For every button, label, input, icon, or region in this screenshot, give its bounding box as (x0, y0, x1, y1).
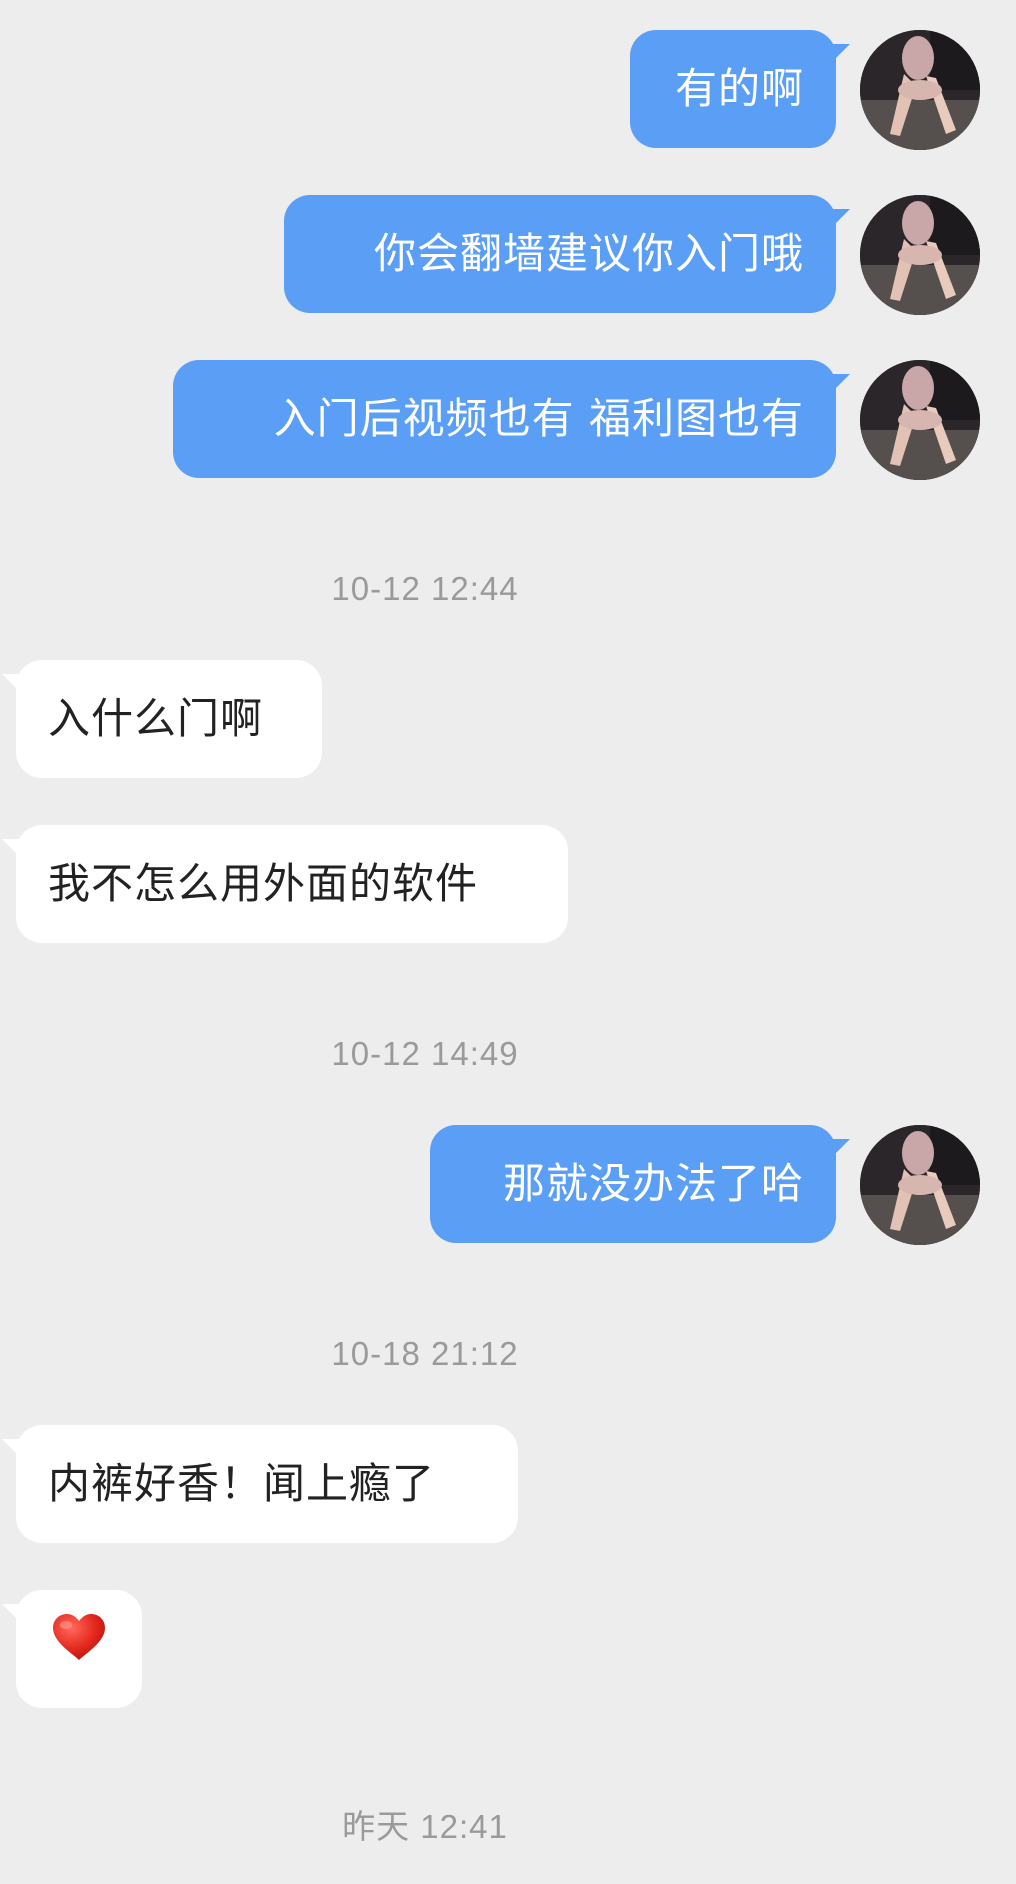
avatar[interactable] (860, 195, 980, 315)
message-bubble-outgoing[interactable]: 入门后视频也有 福利图也有 (173, 360, 850, 478)
message-bubble-incoming[interactable] (2, 1589, 142, 1708)
message-text: 你会翻墙建议你入门哦 (373, 229, 804, 278)
message-bubble-incoming[interactable]: 入什么门啊 (2, 660, 322, 778)
message-bubble-outgoing[interactable]: 你会翻墙建议你入门哦 (284, 195, 850, 313)
chat-message-list[interactable]: 有的啊 你会翻墙建议你入门哦 入门后视频也有 福利图也有 10-12 12:44… (0, 0, 1016, 1884)
message-text: 有的啊 (674, 64, 804, 113)
message-timestamp: 10-18 21:12 (331, 1335, 519, 1372)
avatar[interactable] (860, 1125, 980, 1245)
heart-emoji-icon (51, 1589, 107, 1707)
message-text: 入门后视频也有 福利图也有 (273, 394, 804, 443)
message-bubble-outgoing[interactable]: 那就没办法了哈 (430, 1125, 850, 1243)
avatar[interactable] (860, 30, 980, 150)
message-text: 那就没办法了哈 (502, 1159, 804, 1208)
message-text: 我不怎么用外面的软件 (48, 859, 479, 908)
message-timestamp: 昨天 12:41 (342, 1808, 508, 1845)
message-text: 内裤好香！闻上瘾了 (48, 1459, 436, 1508)
message-bubble-incoming[interactable]: 我不怎么用外面的软件 (2, 825, 568, 943)
message-bubble-outgoing[interactable]: 有的啊 (630, 30, 850, 148)
message-timestamp: 10-12 14:49 (331, 1035, 519, 1072)
avatar-photo-icon (860, 1125, 980, 1245)
avatar-photo-icon (860, 30, 980, 150)
avatar-photo-icon (860, 360, 980, 480)
message-timestamp: 10-12 12:44 (331, 570, 519, 607)
message-bubble-incoming[interactable]: 内裤好香！闻上瘾了 (2, 1425, 518, 1543)
message-text: 入什么门啊 (48, 694, 264, 743)
avatar[interactable] (860, 360, 980, 480)
avatar-photo-icon (860, 195, 980, 315)
